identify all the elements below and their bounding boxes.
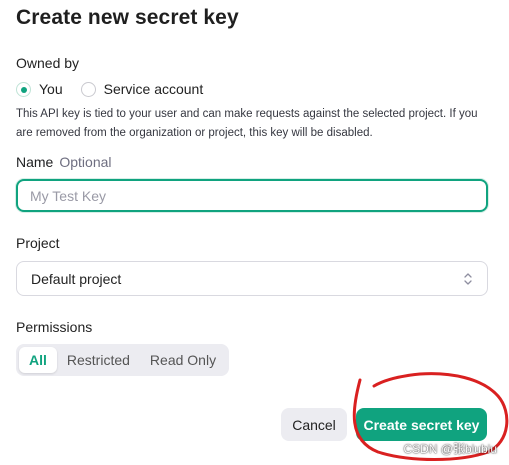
- permission-option-restricted[interactable]: Restricted: [57, 347, 140, 373]
- name-label-row: Name Optional: [16, 154, 112, 170]
- watermark: CSDN @张biubiu: [403, 442, 497, 456]
- radio-you[interactable]: You: [16, 81, 63, 97]
- dialog-title: Create new secret key: [16, 6, 239, 29]
- radio-checked-icon[interactable]: [16, 81, 31, 97]
- project-label: Project: [16, 235, 60, 251]
- permission-option-read-only[interactable]: Read Only: [140, 347, 226, 373]
- chevron-up-down-icon: [464, 273, 472, 285]
- project-select-value: Default project: [31, 270, 122, 287]
- name-input[interactable]: [16, 179, 488, 212]
- radio-service-account-label: Service account: [103, 81, 204, 97]
- permissions-label: Permissions: [16, 319, 93, 335]
- permissions-segmented-control: All Restricted Read Only: [16, 344, 230, 376]
- radio-service-account[interactable]: Service account: [80, 81, 204, 97]
- owned-by-label: Owned by: [16, 55, 80, 71]
- cancel-button[interactable]: Cancel: [281, 408, 347, 441]
- radio-you-label: You: [39, 81, 63, 97]
- optional-hint: Optional: [59, 154, 112, 170]
- owned-by-radio-group: You Service account: [16, 79, 203, 99]
- permission-option-all[interactable]: All: [19, 347, 57, 373]
- project-select[interactable]: Default project: [16, 261, 488, 296]
- owned-by-description: This API key is tied to your user and ca…: [16, 108, 478, 139]
- create-secret-key-button[interactable]: Create secret key: [356, 408, 487, 441]
- name-label: Name: [16, 154, 54, 170]
- radio-unchecked-icon[interactable]: [80, 81, 96, 97]
